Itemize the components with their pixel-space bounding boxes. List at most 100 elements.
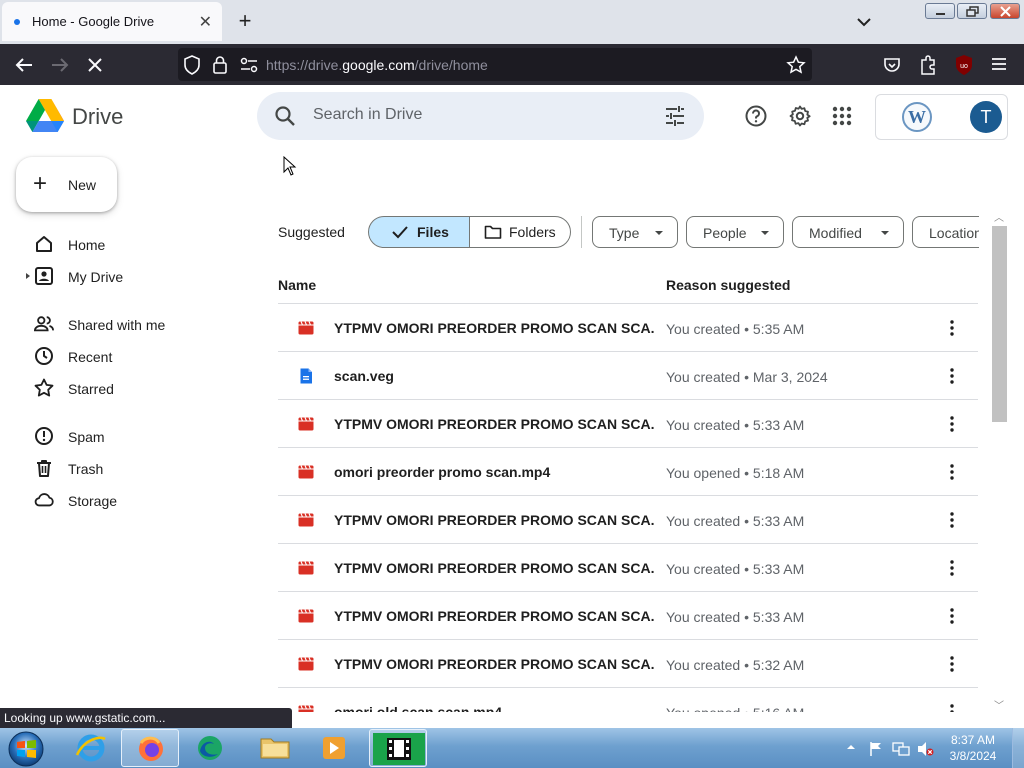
file-name[interactable]: YTPMV OMORI PREORDER PROMO SCAN SCA... <box>334 416 654 432</box>
google-apps-grid-icon[interactable] <box>830 104 854 128</box>
type-filter-chip[interactable]: Type <box>592 216 678 248</box>
more-actions-icon[interactable] <box>942 318 962 338</box>
stop-loading-icon[interactable] <box>84 54 106 76</box>
sidebar-item-my-drive[interactable]: My Drive <box>20 263 240 291</box>
forward-arrow-icon[interactable] <box>49 54 71 76</box>
tab-close-icon[interactable]: ✕ <box>199 12 212 32</box>
action-center-flag-icon[interactable] <box>868 741 884 757</box>
file-row[interactable]: YTPMV OMORI PREORDER PROMO SCAN SCA... Yo… <box>278 544 978 592</box>
settings-gear-icon[interactable] <box>788 104 812 128</box>
more-actions-icon[interactable] <box>942 510 962 530</box>
file-name[interactable]: YTPMV OMORI PREORDER PROMO SCAN SCA... <box>334 320 654 336</box>
location-filter-chip[interactable]: Location <box>912 216 979 248</box>
clock-icon <box>35 347 53 365</box>
taskbar-firefox[interactable] <box>121 729 179 767</box>
file-row[interactable]: scan.veg You created • Mar 3, 2024 <box>278 352 978 400</box>
sidebar-item-starred[interactable]: Starred <box>20 375 240 403</box>
drive-brand-text[interactable]: Drive <box>72 104 123 130</box>
column-header-name[interactable]: Name <box>278 277 316 293</box>
dropdown-arrow-icon <box>881 231 889 235</box>
ublock-origin-icon[interactable]: uo <box>954 54 974 76</box>
more-actions-icon[interactable] <box>942 654 962 674</box>
file-row[interactable]: omori preorder promo scan.mp4 You opened … <box>278 448 978 496</box>
help-icon[interactable] <box>744 104 768 128</box>
chip-divider <box>581 216 582 248</box>
file-name[interactable]: YTPMV OMORI PREORDER PROMO SCAN SCA... <box>334 560 654 576</box>
more-actions-icon[interactable] <box>942 462 962 482</box>
menu-hamburger-icon[interactable] <box>990 56 1008 72</box>
file-row[interactable]: YTPMV OMORI PREORDER PROMO SCAN SCA... Yo… <box>278 640 978 688</box>
taskbar-clock[interactable]: 8:37 AM 3/8/2024 <box>946 732 1000 764</box>
folders-toggle-button[interactable]: Folders <box>469 216 571 248</box>
status-bar: Looking up www.gstatic.com... <box>0 708 292 728</box>
file-name[interactable]: omori old scan scan.mp4 <box>334 704 654 712</box>
scrollbar-thumb[interactable] <box>992 226 1007 422</box>
more-actions-icon[interactable] <box>942 558 962 578</box>
sidebar-item-home[interactable]: Home <box>20 231 240 259</box>
scroll-up-arrow-icon[interactable]: ︿ <box>994 209 1004 224</box>
shield-icon[interactable] <box>183 55 201 75</box>
people-filter-chip[interactable]: People <box>686 216 784 248</box>
browser-tab[interactable]: Home - Google Drive ✕ <box>2 2 222 41</box>
taskbar-internet-explorer[interactable] <box>62 729 120 767</box>
sidebar-item-spam[interactable]: Spam <box>20 423 240 451</box>
sidebar-item-storage[interactable]: Storage <box>20 487 240 515</box>
modified-filter-label: Modified <box>809 225 862 241</box>
file-name[interactable]: omori preorder promo scan.mp4 <box>334 464 654 480</box>
files-toggle-button[interactable]: Files <box>368 216 470 248</box>
lock-icon[interactable] <box>212 55 228 75</box>
folder-icon <box>484 225 502 239</box>
more-actions-icon[interactable] <box>942 414 962 434</box>
video-file-icon <box>298 705 314 712</box>
window-close-button[interactable] <box>990 3 1020 19</box>
sidebar-item-shared-with-me[interactable]: Shared with me <box>20 311 240 339</box>
file-name[interactable]: YTPMV OMORI PREORDER PROMO SCAN SCA... <box>334 608 654 624</box>
file-row[interactable]: omori old scan scan.mp4 You opened • 5:16… <box>278 688 978 712</box>
sidebar-item-trash[interactable]: Trash <box>20 455 240 483</box>
more-actions-icon[interactable] <box>942 702 962 712</box>
file-name[interactable]: YTPMV OMORI PREORDER PROMO SCAN SCA... <box>334 656 654 672</box>
list-all-tabs-chevron-icon[interactable] <box>854 12 874 32</box>
new-button[interactable] <box>16 157 117 212</box>
search-options-tune-icon[interactable] <box>664 105 686 127</box>
sidebar-item-label: Trash <box>68 461 104 477</box>
search-icon[interactable] <box>274 105 296 127</box>
windows-start-orb-icon[interactable] <box>6 730 46 767</box>
network-icon[interactable] <box>892 741 910 757</box>
file-row[interactable]: YTPMV OMORI PREORDER PROMO SCAN SCA... Yo… <box>278 304 978 352</box>
taskbar-media-player[interactable] <box>305 729 363 767</box>
search-input[interactable]: Search in Drive <box>313 106 422 124</box>
show-desktop-button[interactable] <box>1012 728 1024 768</box>
sidebar-item-recent[interactable]: Recent <box>20 343 240 371</box>
taskbar-file-explorer[interactable] <box>246 729 304 767</box>
window-minimize-button[interactable] <box>925 3 955 19</box>
show-hidden-icons-icon[interactable] <box>846 742 856 752</box>
permissions-icon[interactable] <box>240 57 258 73</box>
scroll-down-arrow-icon[interactable]: ﹀ <box>994 697 1004 712</box>
file-name[interactable]: scan.veg <box>334 368 654 384</box>
new-tab-icon[interactable]: + <box>234 10 256 32</box>
file-row[interactable]: YTPMV OMORI PREORDER PROMO SCAN SCA... Yo… <box>278 400 978 448</box>
taskbar-edge[interactable] <box>181 729 239 767</box>
spam-icon <box>35 427 53 445</box>
modified-filter-chip[interactable]: Modified <box>792 216 904 248</box>
bookmark-star-icon[interactable] <box>786 55 806 75</box>
more-actions-icon[interactable] <box>942 606 962 626</box>
reason-suggested: You created • 5:33 AM <box>666 561 805 577</box>
more-actions-icon[interactable] <box>942 366 962 386</box>
dropdown-arrow-icon <box>655 231 663 235</box>
file-name[interactable]: YTPMV OMORI PREORDER PROMO SCAN SCA... <box>334 512 654 528</box>
extensions-icon[interactable] <box>918 54 938 76</box>
pocket-icon[interactable] <box>882 55 902 75</box>
file-row[interactable]: YTPMV OMORI PREORDER PROMO SCAN SCA... Yo… <box>278 592 978 640</box>
google-drive-logo-icon[interactable] <box>26 99 64 133</box>
taskbar-video-editor[interactable] <box>369 729 427 767</box>
window-restore-button[interactable] <box>957 3 987 19</box>
account-avatar[interactable]: T <box>970 101 1002 133</box>
firefox-icon <box>139 736 163 761</box>
wordpress-logo-icon[interactable]: W <box>902 102 932 132</box>
reason-suggested: You created • 5:33 AM <box>666 417 805 433</box>
back-arrow-icon[interactable] <box>13 54 35 76</box>
file-row[interactable]: YTPMV OMORI PREORDER PROMO SCAN SCA... Yo… <box>278 496 978 544</box>
volume-muted-icon[interactable] <box>916 741 934 757</box>
